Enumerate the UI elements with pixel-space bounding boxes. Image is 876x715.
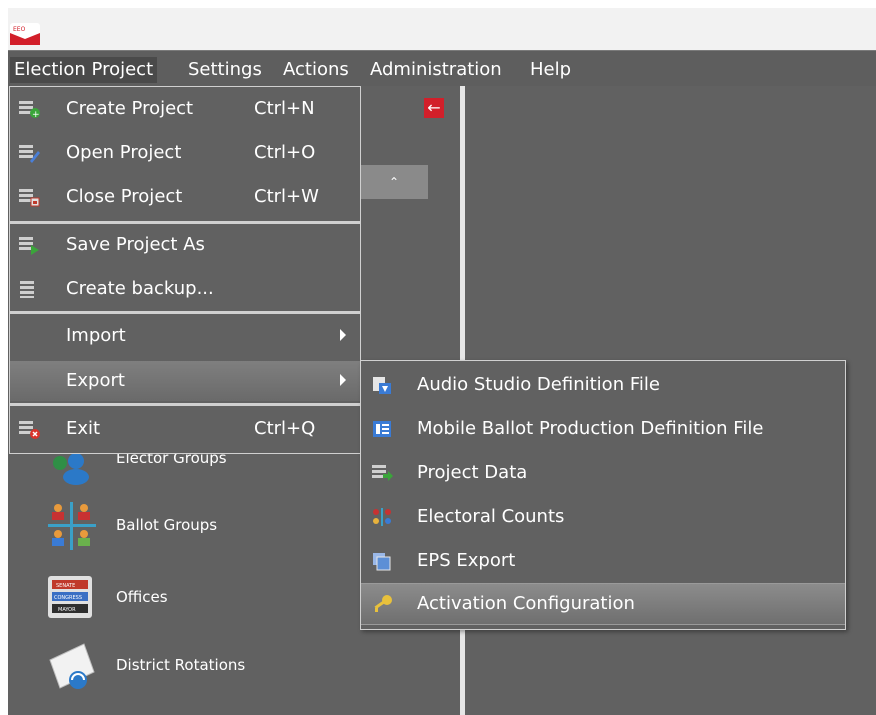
menu-item-label: Mobile Ballot Production Definition File: [417, 418, 764, 439]
menu-item-exit[interactable]: Exit Ctrl+Q: [10, 409, 360, 449]
menu-election-project[interactable]: Election Project: [10, 57, 158, 83]
menu-actions[interactable]: Actions: [279, 57, 353, 83]
menu-item-shortcut: Ctrl+Q: [254, 418, 316, 439]
app-logo-icon: EEO: [10, 23, 40, 45]
district-rotations-icon: [44, 640, 100, 692]
menu-item-create-project[interactable]: + Create Project Ctrl+N: [10, 89, 360, 129]
ballot-groups-icon: [44, 500, 100, 552]
nav-item-label: District Rotations: [116, 656, 246, 674]
project-data-icon: [371, 463, 393, 483]
menu-bar: Election Project Settings Actions Admini…: [8, 50, 876, 87]
svg-text:+: +: [32, 110, 40, 119]
menu-item-eps-export[interactable]: EPS Export: [361, 541, 845, 581]
menu-item-label: EPS Export: [417, 550, 516, 571]
nav-item-label: Ballot Groups: [116, 516, 218, 534]
menu-settings[interactable]: Settings: [184, 57, 266, 83]
menu-item-save-project-as[interactable]: Save Project As: [10, 225, 360, 265]
menu-item-label: Create Project: [66, 98, 194, 119]
menu-item-mobile-ballot-production-definition-file[interactable]: Mobile Ballot Production Definition File: [361, 409, 845, 449]
create-project-icon: +: [18, 99, 40, 120]
menu-item-label: Import: [66, 325, 126, 346]
key-icon: [371, 594, 393, 614]
electoral-counts-icon: [371, 507, 393, 527]
menu-item-activation-configuration[interactable]: Activation Configuration: [361, 583, 845, 625]
menu-item-create-backup[interactable]: Create backup...: [10, 269, 360, 309]
svg-text:CONGRESS: CONGRESS: [54, 595, 82, 601]
menu-item-label: Open Project: [66, 142, 182, 163]
menu-item-electoral-counts[interactable]: Electoral Counts: [361, 497, 845, 537]
close-project-icon: [18, 187, 40, 207]
back-arrow-icon[interactable]: ←: [424, 98, 444, 118]
menu-item-shortcut: Ctrl+O: [254, 142, 316, 163]
menu-item-label: Close Project: [66, 186, 183, 207]
exit-icon: [18, 419, 40, 439]
submenu-arrow-icon: [340, 329, 346, 341]
save-project-as-icon: [18, 235, 40, 255]
submenu-arrow-icon: [340, 374, 346, 386]
svg-text:EEO: EEO: [13, 26, 26, 33]
menu-separator: [10, 221, 360, 224]
menu-item-shortcut: Ctrl+N: [254, 98, 315, 119]
menu-item-import[interactable]: Import: [10, 316, 360, 356]
menu-administration[interactable]: Administration: [366, 57, 506, 83]
menu-separator: [10, 311, 360, 314]
menu-item-shortcut: Ctrl+W: [254, 186, 319, 207]
nav-item-label: Offices: [116, 588, 168, 606]
create-backup-icon: [18, 279, 40, 299]
menu-item-project-data[interactable]: Project Data: [361, 453, 845, 493]
svg-text:SENATE: SENATE: [56, 583, 75, 589]
menu-item-label: Create backup...: [66, 278, 214, 299]
menu-item-open-project[interactable]: Open Project Ctrl+O: [10, 133, 360, 173]
eps-export-icon: [371, 551, 393, 571]
menu-help[interactable]: Help: [526, 57, 575, 83]
collapse-chevron-icon[interactable]: ⌃: [360, 165, 428, 199]
election-project-dropdown: + Create Project Ctrl+N Open Project Ctr…: [9, 86, 361, 454]
menu-separator: [10, 403, 360, 406]
menu-item-export[interactable]: Export: [10, 361, 360, 401]
menu-item-close-project[interactable]: Close Project Ctrl+W: [10, 177, 360, 217]
audio-studio-icon: [371, 375, 393, 395]
menu-item-label: Audio Studio Definition File: [417, 374, 660, 395]
menu-item-label: Save Project As: [66, 234, 205, 255]
menu-item-label: Exit: [66, 418, 101, 439]
menu-item-audio-studio-definition-file[interactable]: Audio Studio Definition File: [361, 365, 845, 405]
menu-item-label: Project Data: [417, 462, 528, 483]
offices-icon: SENATE CONGRESS MAYOR: [44, 572, 100, 624]
export-submenu: Audio Studio Definition File Mobile Ball…: [360, 360, 846, 630]
svg-text:MAYOR: MAYOR: [58, 607, 76, 613]
menu-item-label: Electoral Counts: [417, 506, 565, 527]
title-bar: [8, 8, 876, 50]
open-project-icon: [18, 143, 40, 163]
mobile-ballot-icon: [371, 419, 393, 439]
menu-item-label: Export: [66, 370, 125, 391]
menu-item-label: Activation Configuration: [417, 593, 635, 614]
